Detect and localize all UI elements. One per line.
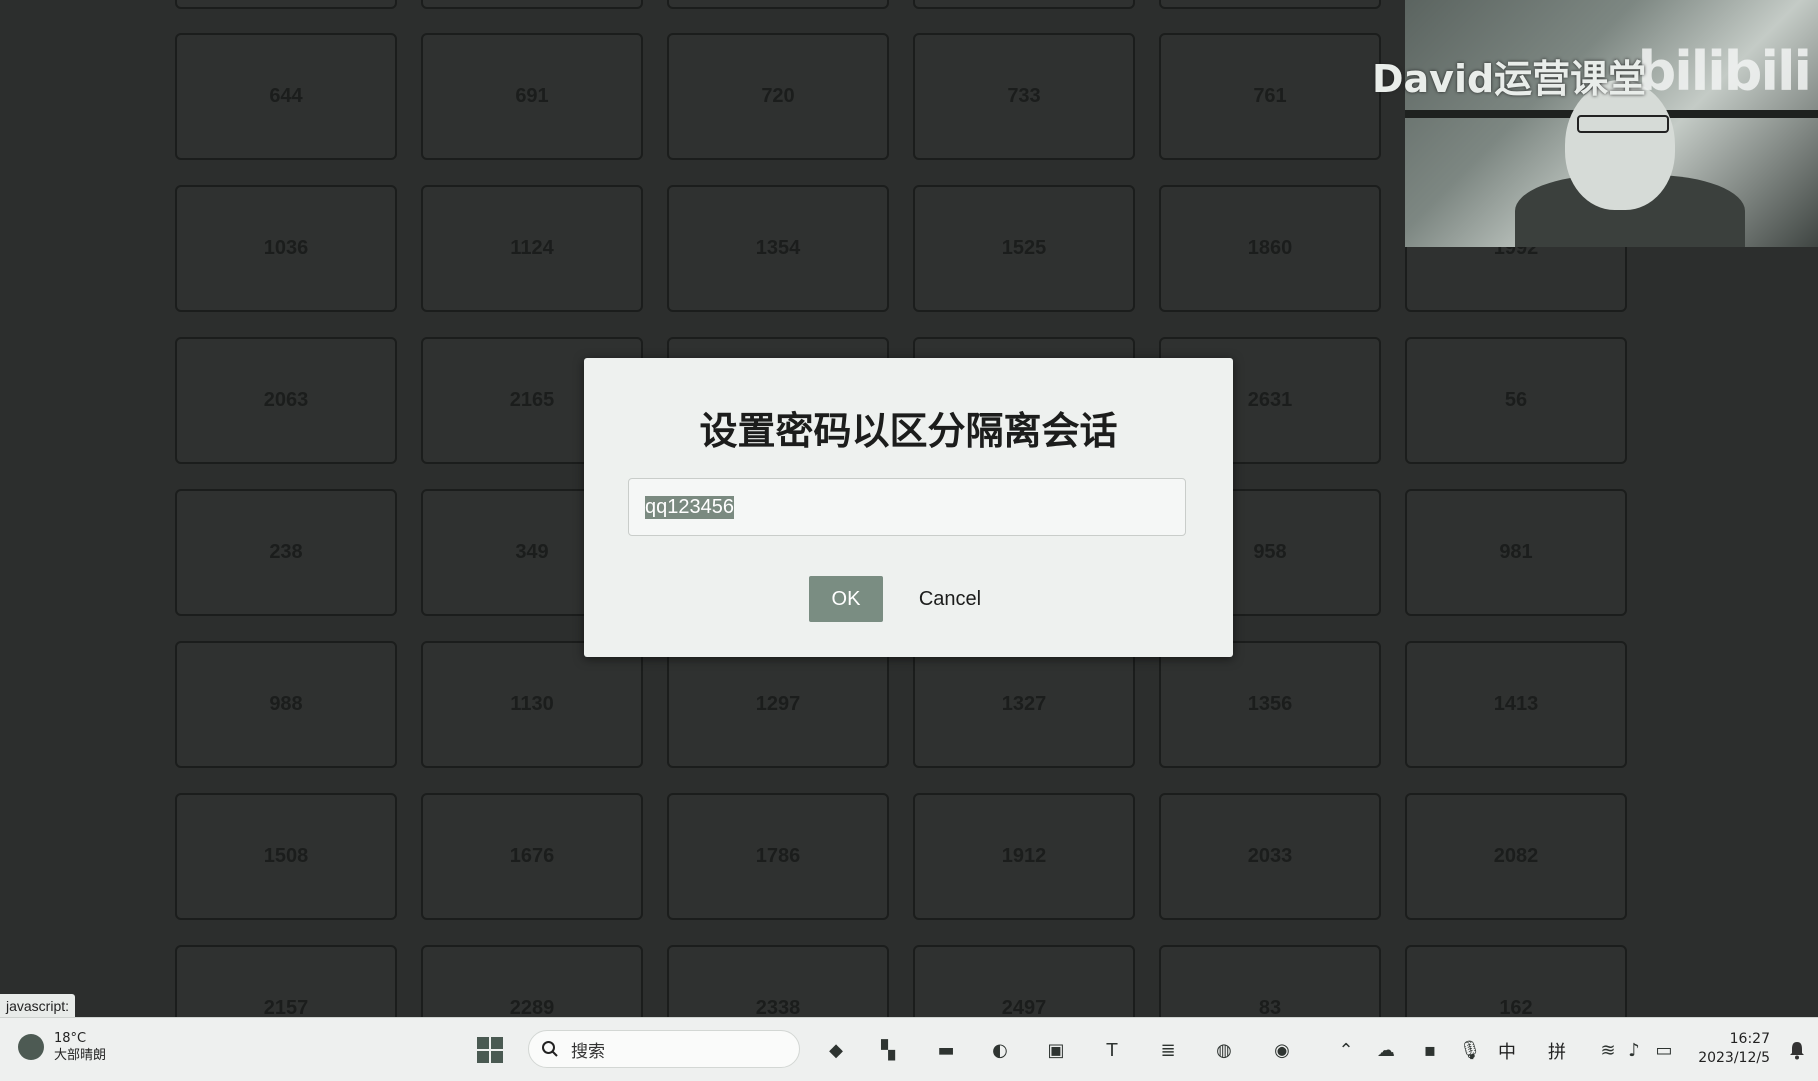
number-tile[interactable]: 2497 [913,945,1135,1017]
system-clock[interactable]: 16:27 2023/12/5 [1698,1030,1770,1068]
notepad-icon[interactable]: ≣ [1154,1036,1182,1064]
taskbar-search[interactable]: 搜索 [528,1030,800,1068]
number-tile-partial[interactable] [667,0,889,9]
glasses [1577,115,1669,133]
number-tile-partial[interactable] [913,0,1135,9]
number-tile[interactable]: 2033 [1159,793,1381,920]
tray-chevron-up-icon[interactable]: ⌃ [1332,1036,1360,1064]
number-tile-partial[interactable] [1159,0,1381,9]
pre-app-icon[interactable]: ◆ [822,1036,850,1064]
ime-language[interactable]: 中 [1498,1038,1516,1064]
number-tile[interactable]: 1508 [175,793,397,920]
clock-time: 16:27 [1729,1031,1770,1047]
typora-icon[interactable]: T [1098,1036,1126,1064]
weather-icon [18,1034,44,1060]
chrome-icon[interactable]: ◍ [1210,1036,1238,1064]
folder-icon[interactable]: ▬ [932,1036,960,1064]
number-tile-partial[interactable] [175,0,397,9]
number-tile-partial[interactable] [421,0,643,9]
link-status-bar: javascript: [0,994,76,1018]
number-tile[interactable]: 691 [421,33,643,160]
volume-icon[interactable]: ♪ [1620,1036,1648,1064]
search-icon [542,1041,558,1057]
cancel-button[interactable]: Cancel [904,576,996,622]
terminal-icon[interactable]: ▚ [874,1036,902,1064]
weather-condition: 大部晴朗 [54,1048,107,1063]
number-tile[interactable]: 733 [913,33,1135,160]
password-input[interactable] [628,478,1186,536]
number-tile[interactable]: 56 [1405,337,1627,464]
edge-icon[interactable]: ◐ [986,1036,1014,1064]
number-tile[interactable]: 981 [1405,489,1627,616]
weather-temp: 18°C [54,1031,87,1046]
number-tile[interactable]: 1860 [1159,185,1381,312]
battery-icon[interactable]: ▭ [1650,1036,1678,1064]
notification-bell-icon[interactable] [1788,1040,1806,1060]
weather-widget[interactable]: 18°C 大部晴朗 [18,1030,106,1064]
taskbar: 18°C 大部晴朗 搜索 ◆ ▚ ▬ ◐ ▣ T ≣ ◍ ◉ ⌃ ☁ ▪ 🎙 中… [0,1017,1818,1081]
number-tile[interactable]: 1130 [421,641,643,768]
number-tile[interactable]: 2063 [175,337,397,464]
number-tile[interactable]: 2289 [421,945,643,1017]
number-tile[interactable]: 1413 [1405,641,1627,768]
number-tile[interactable]: 1297 [667,641,889,768]
clock-date: 2023/12/5 [1698,1050,1770,1066]
number-tile[interactable]: 1786 [667,793,889,920]
wifi-icon[interactable]: ≋ [1594,1036,1622,1064]
number-tile[interactable]: 2157 [175,945,397,1017]
number-tile[interactable]: 1036 [175,185,397,312]
app-icon[interactable]: ▣ [1042,1036,1070,1064]
number-tile[interactable]: 644 [175,33,397,160]
number-tile[interactable]: 761 [1159,33,1381,160]
number-tile[interactable]: 238 [175,489,397,616]
number-tile[interactable]: 1327 [913,641,1135,768]
tray-app-icon[interactable]: ▪ [1416,1036,1444,1064]
number-tile[interactable]: 988 [175,641,397,768]
number-tile[interactable]: 162 [1405,945,1627,1017]
webcam-overlay: bilibili [1405,0,1818,247]
number-tile[interactable]: 2082 [1405,793,1627,920]
dialog-title: 设置密码以区分隔离会话 [699,409,1118,453]
number-tile[interactable]: 1354 [667,185,889,312]
onedrive-icon[interactable]: ☁ [1372,1036,1400,1064]
number-tile[interactable]: 1124 [421,185,643,312]
bilibili-logo: bilibili [1637,40,1812,103]
search-label: 搜索 [571,1041,605,1062]
microphone-icon[interactable]: 🎙 [1456,1036,1484,1064]
number-tile[interactable]: 1525 [913,185,1135,312]
number-tile[interactable]: 720 [667,33,889,160]
number-tile[interactable]: 1676 [421,793,643,920]
number-tile[interactable]: 2338 [667,945,889,1017]
windows-start-icon[interactable] [476,1036,504,1064]
number-tile[interactable]: 1356 [1159,641,1381,768]
ok-button[interactable]: OK [809,576,883,622]
password-dialog: 设置密码以区分隔离会话 OK Cancel [584,358,1233,657]
number-tile[interactable]: 83 [1159,945,1381,1017]
ime-mode[interactable]: 拼 [1548,1038,1566,1064]
channel-watermark: David运营课堂 [1372,57,1647,101]
dev-browser-icon[interactable]: ◉ [1268,1036,1296,1064]
number-tile[interactable]: 1912 [913,793,1135,920]
